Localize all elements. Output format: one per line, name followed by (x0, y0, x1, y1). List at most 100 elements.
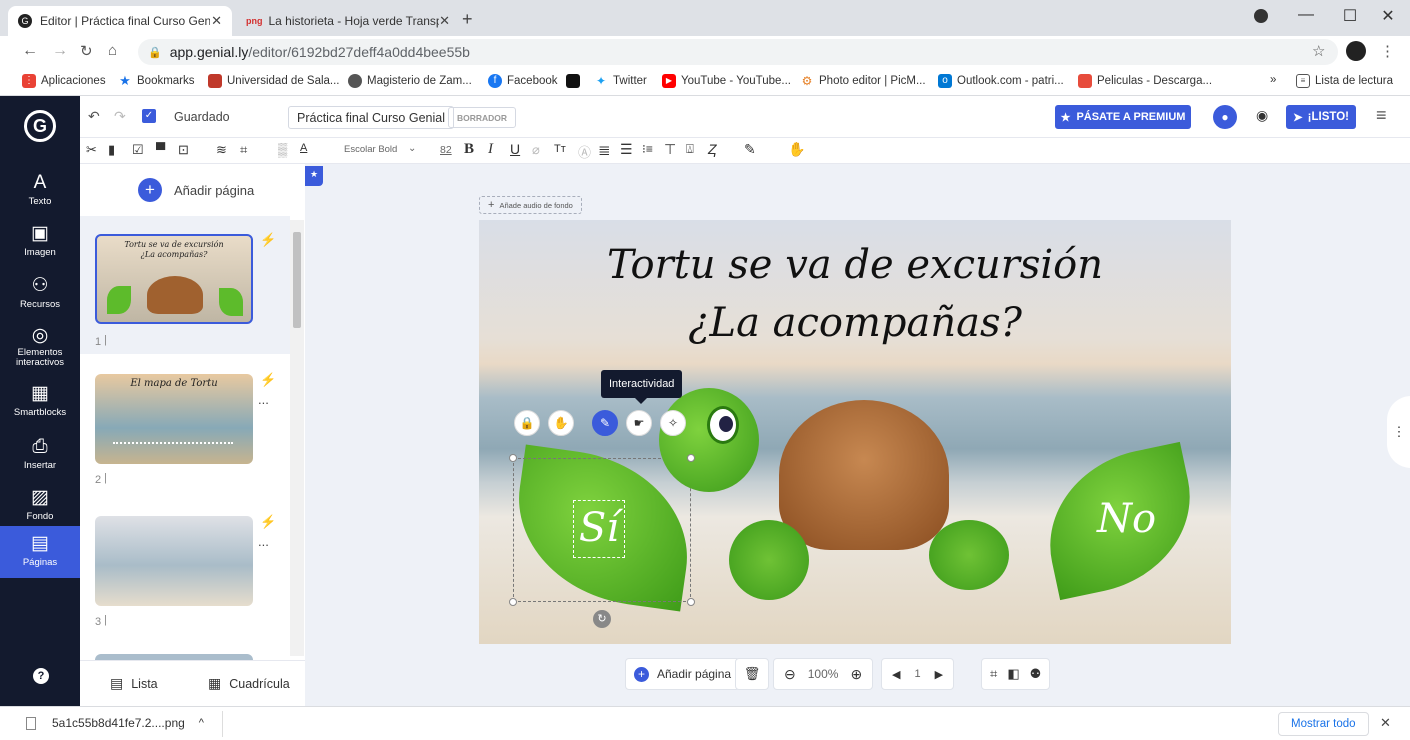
sidebar-item-insertar[interactable]: ⎙ Insertar (0, 436, 80, 471)
bookmark-bookmarks[interactable]: ★ Bookmarks (118, 74, 194, 88)
side-panel-toggle-icon[interactable]: ⋮ (1387, 396, 1410, 468)
minimize-button[interactable]: — (1286, 6, 1326, 30)
sidebar-item-texto[interactable]: A Texto (0, 172, 80, 207)
magic-wand-icon[interactable]: ⚡ (260, 372, 276, 388)
premium-button[interactable]: ★ PÁSATE A PREMIUM (1055, 105, 1191, 129)
resize-handle[interactable] (687, 598, 695, 606)
close-tab-icon[interactable]: ✕ (211, 13, 222, 29)
undo-icon[interactable]: ↶ (88, 108, 100, 125)
close-download-bar-icon[interactable]: ✕ (1380, 715, 1391, 731)
pages-scrollbar[interactable] (290, 220, 304, 656)
font-family-select[interactable]: Escolar Bold (344, 144, 397, 155)
layers-icon[interactable]: ≋ (216, 142, 227, 158)
menu-kebab-icon[interactable]: ⋮ (1380, 42, 1395, 60)
sidebar-item-paginas[interactable]: ▤ Páginas (0, 526, 80, 578)
grid-guides-icon[interactable]: ⌗ (990, 666, 997, 682)
page-thumb-1[interactable]: Tortu se va de excursión ¿La acompañas? (95, 234, 253, 324)
resize-handle[interactable] (687, 454, 695, 462)
back-icon[interactable]: ← (22, 42, 38, 60)
add-page-button[interactable]: + Añadir página (138, 178, 254, 202)
reload-icon[interactable]: ↻ (80, 42, 93, 60)
done-button[interactable]: ➤ ¡LISTO! (1286, 105, 1356, 129)
tab-la-historieta[interactable]: png La historieta - Hoja verde Transp ✕ (236, 6, 460, 36)
resize-handle[interactable] (509, 598, 517, 606)
prev-page-icon[interactable]: ◀ (892, 668, 900, 681)
slide-title-line2[interactable]: ¿La acompañas? (479, 294, 1231, 352)
text-case-icon[interactable]: Tт (554, 143, 566, 155)
maximize-button[interactable]: ☐ (1330, 6, 1370, 30)
interactivity-element-icon[interactable]: ✎ (592, 410, 618, 436)
chevron-down-icon[interactable]: ⌄ (408, 143, 416, 154)
tab-genially-editor[interactable]: G Editor | Práctica final Curso Genia ✕ (8, 6, 232, 36)
interactivity-icon[interactable]: ✎ (744, 141, 756, 158)
genially-logo-icon[interactable]: G (24, 110, 56, 142)
bottom-add-page-button[interactable]: + Añadir página (625, 658, 741, 690)
bookmark-youtube[interactable]: ▶ YouTube - YouTube... (662, 74, 791, 88)
text-color-icon[interactable]: A (300, 142, 307, 154)
italic-icon[interactable]: I (488, 141, 493, 158)
text-effect-icon[interactable]: Ⓐ (578, 142, 591, 161)
preview-eye-icon[interactable]: ◉ (1256, 107, 1268, 124)
sidebar-item-recursos[interactable]: ⚇ Recursos (0, 274, 80, 310)
bookmark-app[interactable] (566, 74, 585, 88)
slide[interactable]: Tortu se va de excursión ¿La acompañas? … (479, 220, 1231, 644)
accessibility-icon[interactable]: ⚉ (1030, 666, 1042, 682)
bookmark-peliculas[interactable]: Peliculas - Descarga... (1078, 74, 1212, 88)
sidebar-item-elementos-interactivos[interactable]: ◎ Elementos interactivos (0, 326, 80, 368)
link-element-icon[interactable]: ☛ (626, 410, 652, 436)
profile-icon[interactable] (1254, 9, 1268, 23)
align-text-icon[interactable]: ≣ (598, 141, 611, 159)
sidebar-item-smartblocks[interactable]: ▦ Smartblocks (0, 382, 80, 418)
zoom-in-icon[interactable]: ⊕ (850, 666, 862, 683)
transparency-icon[interactable]: ▒ (278, 142, 287, 157)
reading-list[interactable]: ≡ Lista de lectura (1296, 74, 1393, 88)
numbered-list-icon[interactable]: ⁝≡ (642, 142, 653, 156)
show-all-button[interactable]: Mostrar todo (1278, 712, 1369, 736)
help-icon[interactable]: ? (33, 668, 49, 684)
turtle-head-image[interactable] (659, 388, 759, 492)
url-field[interactable]: 🔒 app.genial.ly /editor/6192bd27deff4a0d… (138, 39, 1338, 65)
redo-icon[interactable]: ↷ (114, 108, 126, 125)
hand-element-icon[interactable]: ✋ (548, 410, 574, 436)
lock-icon[interactable]: ⊡ (178, 142, 189, 158)
rotate-icon[interactable]: ↻ (593, 610, 611, 628)
chevron-up-icon[interactable]: ^ (199, 717, 204, 729)
sidebar-item-fondo[interactable]: ▨ Fondo (0, 486, 80, 522)
scrollbar-thumb[interactable] (293, 232, 301, 328)
close-window-button[interactable]: ✕ (1368, 6, 1408, 30)
add-collaborator-icon[interactable]: ● (1213, 105, 1237, 129)
pin-icon[interactable]: ★ (305, 166, 323, 186)
underline-icon[interactable]: U (510, 141, 520, 157)
turtle-shell-image[interactable] (779, 400, 949, 550)
bookmark-twitter[interactable]: ✦ Twitter (594, 74, 647, 88)
bookmark-universidad[interactable]: Universidad de Sala... (208, 74, 340, 88)
page-thumb-2[interactable]: El mapa de Tortu (95, 374, 253, 464)
leaf-no-text[interactable]: No (1097, 496, 1156, 542)
list-view-button[interactable]: ▤ Lista (110, 675, 158, 692)
hand-icon[interactable]: ✋ (788, 141, 805, 158)
bold-icon[interactable]: B (464, 141, 474, 158)
copy-style-icon[interactable]: ▮ (108, 142, 115, 158)
home-icon[interactable]: ⌂ (108, 42, 117, 59)
more-options-icon[interactable]: ... (258, 534, 269, 549)
zoom-level[interactable]: 100% (808, 667, 839, 681)
bookmark-aplicaciones[interactable]: ⋮ Aplicaciones (22, 74, 106, 88)
bookmark-magisterio[interactable]: Magisterio de Zam... (348, 74, 472, 88)
grid-view-button[interactable]: ▦ Cuadrícula (208, 675, 290, 692)
add-audio-button[interactable]: + Añade audio de fondo (479, 196, 582, 214)
magic-wand-icon[interactable]: ⚡ (260, 514, 276, 530)
page-thumb-3[interactable] (95, 516, 253, 606)
split-view-icon[interactable]: ◧ (1007, 666, 1019, 682)
font-size-input[interactable]: 82 (440, 144, 452, 156)
selection-box[interactable] (513, 458, 691, 602)
next-page-icon[interactable]: ▶ (935, 668, 943, 681)
new-tab-button[interactable]: + (462, 9, 473, 30)
bookmark-outlook[interactable]: o Outlook.com - patri... (938, 74, 1064, 88)
bookmark-picmonkey[interactable]: ⚙ Photo editor | PicM... (800, 74, 926, 88)
cut-icon[interactable]: ✂ (86, 142, 97, 158)
bookmark-facebook[interactable]: f Facebook (488, 74, 558, 88)
more-options-icon[interactable]: ... (258, 392, 269, 407)
delete-icon[interactable]: ▀ (156, 142, 165, 157)
hamburger-menu-icon[interactable]: ≡ (1376, 105, 1387, 126)
avatar[interactable] (1346, 41, 1366, 61)
